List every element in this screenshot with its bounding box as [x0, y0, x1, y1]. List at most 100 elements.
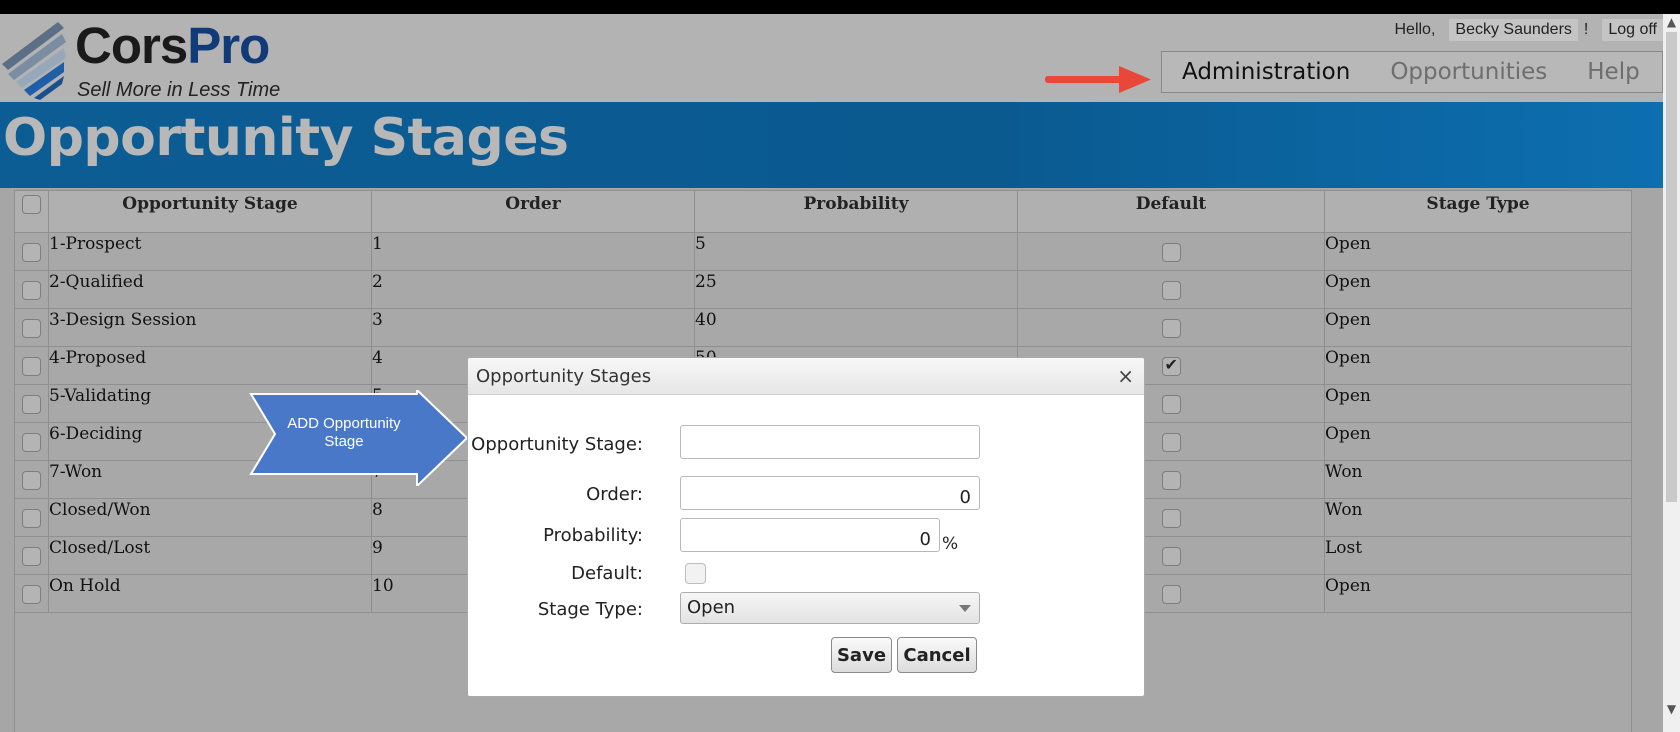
cancel-button[interactable]: Cancel [897, 637, 977, 673]
cell-stage-type: Open [1324, 346, 1632, 385]
close-icon[interactable]: × [1117, 364, 1134, 388]
row-select-cell [14, 270, 49, 309]
select-all-checkbox[interactable] [22, 195, 41, 214]
cell-default [1017, 270, 1325, 309]
logoff-link[interactable]: Log off [1602, 19, 1663, 41]
user-name-link[interactable]: Becky Saunders [1449, 19, 1578, 41]
row-checkbox[interactable] [22, 546, 41, 566]
default-checkbox[interactable] [1161, 470, 1181, 490]
greeting-text: Hello, [1394, 21, 1436, 38]
logo-tagline: Sell More in Less Time [77, 79, 281, 101]
row-select-cell [14, 384, 49, 423]
row-select-cell [14, 574, 49, 613]
cell-stage-type: Open [1324, 308, 1632, 347]
dialog-title: Opportunity Stages [476, 366, 652, 387]
order-input[interactable]: 0 [680, 476, 980, 510]
stage-label: Opportunity Stage: [471, 434, 643, 455]
cell-stage: 2-Qualified [48, 270, 372, 309]
logo-word-pro: Pro [187, 17, 270, 74]
page-title-banner: Opportunity Stages [0, 102, 1663, 188]
callout-text: ADD Opportunity Stage [270, 415, 418, 451]
probability-input[interactable]: 0 [680, 518, 940, 552]
row-checkbox[interactable] [22, 432, 41, 452]
table-row[interactable]: 3-Design Session 3 40 Open [14, 308, 1632, 347]
row-select-cell [14, 422, 49, 461]
cell-stage: 1-Prospect [48, 232, 372, 271]
nav-administration[interactable]: Administration [1162, 59, 1370, 85]
row-checkbox[interactable] [22, 356, 41, 376]
cell-stage-type: Open [1324, 232, 1632, 271]
row-checkbox[interactable] [22, 508, 41, 528]
default-checkbox[interactable] [1161, 242, 1181, 262]
cell-stage-type: Lost [1324, 536, 1632, 575]
cell-order: 2 [371, 270, 695, 309]
cell-stage-type: Open [1324, 422, 1632, 461]
row-checkbox[interactable] [22, 280, 41, 300]
cell-stage-type: Won [1324, 498, 1632, 537]
stage-input[interactable] [680, 425, 980, 459]
default-checkbox[interactable] [1161, 546, 1181, 566]
default-checkbox[interactable] [685, 563, 706, 584]
stage-type-value: Open [687, 597, 736, 618]
row-select-cell [14, 308, 49, 347]
cell-order: 1 [371, 232, 695, 271]
default-checkbox[interactable] [1161, 508, 1181, 528]
col-header-default[interactable]: Default [1017, 190, 1325, 233]
col-header-probability[interactable]: Probability [694, 190, 1018, 233]
default-checkbox[interactable] [1161, 394, 1181, 414]
grid-header-row: Opportunity Stage Order Probability Defa… [14, 190, 1632, 233]
scroll-down-icon[interactable]: ▼ [1663, 701, 1680, 718]
cell-stage-type: Open [1324, 270, 1632, 309]
dialog-header: Opportunity Stages × [468, 358, 1144, 395]
cell-stage: Closed/Won [48, 498, 372, 537]
corspro-logo[interactable]: CorsPro Sell More in Less Time [0, 16, 300, 102]
add-stage-dialog: Opportunity Stages × Opportunity Stage: … [467, 357, 1145, 697]
cell-probability: 25 [694, 270, 1018, 309]
probability-label: Probability: [543, 525, 643, 546]
default-checkbox[interactable] [1161, 584, 1181, 604]
cell-default [1017, 232, 1325, 271]
row-checkbox[interactable] [22, 318, 41, 338]
cell-default [1017, 308, 1325, 347]
cell-stage-type: Open [1324, 384, 1632, 423]
chevron-down-icon [959, 605, 971, 612]
cell-stage: Closed/Lost [48, 536, 372, 575]
cell-probability: 5 [694, 232, 1018, 271]
default-checkbox[interactable] [1161, 432, 1181, 452]
default-checkbox[interactable] [1161, 280, 1181, 300]
row-select-cell [14, 460, 49, 499]
table-row[interactable]: 1-Prospect 1 5 Open [14, 232, 1632, 271]
default-checkbox[interactable] [1161, 355, 1181, 376]
red-arrow-annotation-icon [1045, 66, 1151, 93]
row-select-cell [14, 346, 49, 385]
default-checkbox[interactable] [1161, 318, 1181, 338]
save-button[interactable]: Save [831, 637, 892, 673]
stage-type-label: Stage Type: [537, 599, 643, 620]
row-checkbox[interactable] [22, 242, 41, 262]
probability-unit: % [942, 534, 959, 554]
greeting-suffix: ! [1583, 21, 1589, 38]
col-header-stage-type[interactable]: Stage Type [1324, 190, 1632, 233]
main-nav: Administration Opportunities Help [1161, 51, 1663, 93]
select-all-cell [14, 190, 49, 233]
table-row[interactable]: 2-Qualified 2 25 Open [14, 270, 1632, 309]
scroll-up-icon[interactable]: ▲ [1663, 14, 1680, 31]
cell-stage-type: Won [1324, 460, 1632, 499]
user-bar: Hello, Becky Saunders ! Log off [1394, 18, 1663, 42]
row-checkbox[interactable] [22, 470, 41, 490]
row-select-cell [14, 232, 49, 271]
nav-opportunities[interactable]: Opportunities [1370, 59, 1567, 85]
nav-help[interactable]: Help [1567, 59, 1659, 85]
logo-word-cors: Cors [75, 17, 188, 74]
cell-stage: On Hold [48, 574, 372, 613]
scrollbar-thumb[interactable] [1666, 32, 1677, 502]
stage-type-select[interactable]: Open [680, 592, 980, 624]
cell-stage: 3-Design Session [48, 308, 372, 347]
vertical-scrollbar[interactable]: ▲ ▼ [1663, 14, 1680, 732]
row-checkbox[interactable] [22, 394, 41, 414]
callout-line-2: Stage [324, 433, 364, 450]
row-checkbox[interactable] [22, 584, 41, 604]
col-header-order[interactable]: Order [371, 190, 695, 233]
logo-wordmark: CorsPro [75, 17, 270, 74]
col-header-stage[interactable]: Opportunity Stage [48, 190, 372, 233]
